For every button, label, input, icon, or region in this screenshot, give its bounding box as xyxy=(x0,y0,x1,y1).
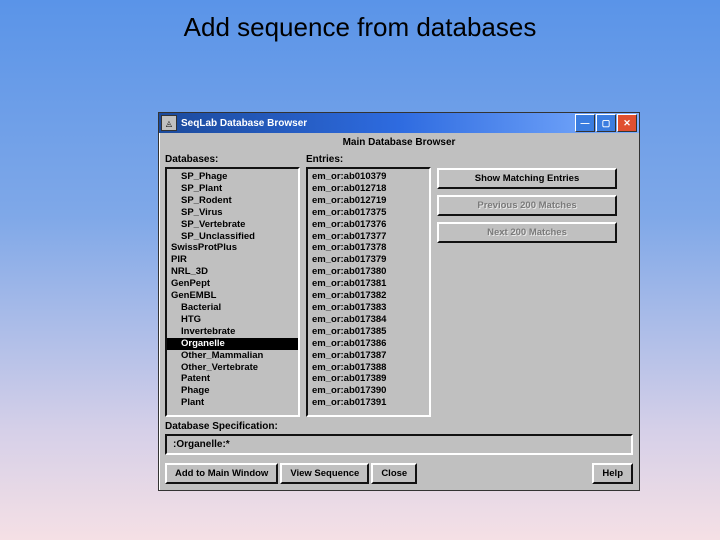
entry-item[interactable]: em_or:ab017381 xyxy=(308,278,429,290)
entry-item[interactable]: em_or:ab017382 xyxy=(308,290,429,302)
window-subtitle: Main Database Browser xyxy=(159,133,639,154)
database-item[interactable]: Other_Vertebrate xyxy=(167,362,298,374)
entry-item[interactable]: em_or:ab017384 xyxy=(308,314,429,326)
database-item[interactable]: GenEMBL xyxy=(167,290,298,302)
entry-item[interactable]: em_or:ab017375 xyxy=(308,207,429,219)
spec-input[interactable]: :Organelle:* xyxy=(165,434,633,455)
database-item[interactable]: SP_Rodent xyxy=(167,195,298,207)
titlebar[interactable]: ◬ SeqLab Database Browser — ▢ ✕ xyxy=(159,113,639,133)
close-button[interactable]: ✕ xyxy=(617,114,637,132)
maximize-button[interactable]: ▢ xyxy=(596,114,616,132)
slide-title: Add sequence from databases xyxy=(0,0,720,43)
database-item[interactable]: SP_Vertebrate xyxy=(167,219,298,231)
database-item[interactable]: Organelle xyxy=(167,338,298,350)
entry-item[interactable]: em_or:ab017385 xyxy=(308,326,429,338)
show-matching-button[interactable]: Show Matching Entries xyxy=(437,168,617,189)
previous-200-button[interactable]: Previous 200 Matches xyxy=(437,195,617,216)
database-item[interactable]: Plant xyxy=(167,397,298,409)
db-browser-window: ◬ SeqLab Database Browser — ▢ ✕ Main Dat… xyxy=(158,112,640,491)
entry-item[interactable]: em_or:ab017378 xyxy=(308,242,429,254)
help-button[interactable]: Help xyxy=(592,463,633,484)
add-to-main-button[interactable]: Add to Main Window xyxy=(165,463,278,484)
database-item[interactable]: Invertebrate xyxy=(167,326,298,338)
entry-item[interactable]: em_or:ab017376 xyxy=(308,219,429,231)
databases-label: Databases: xyxy=(165,154,300,165)
database-item[interactable]: PIR xyxy=(167,254,298,266)
entry-item[interactable]: em_or:ab017377 xyxy=(308,231,429,243)
entry-item[interactable]: em_or:ab017390 xyxy=(308,385,429,397)
database-item[interactable]: SP_Plant xyxy=(167,183,298,195)
entry-item[interactable]: em_or:ab017391 xyxy=(308,397,429,409)
database-item[interactable]: Other_Mammalian xyxy=(167,350,298,362)
entries-label: Entries: xyxy=(306,154,431,165)
entry-item[interactable]: em_or:ab017389 xyxy=(308,373,429,385)
spec-label: Database Specification: xyxy=(165,421,633,432)
database-item[interactable]: HTG xyxy=(167,314,298,326)
entry-item[interactable]: em_or:ab012718 xyxy=(308,183,429,195)
entries-list[interactable]: em_or:ab010379em_or:ab012718em_or:ab0127… xyxy=(306,167,431,417)
close-button-bottom[interactable]: Close xyxy=(371,463,417,484)
entry-item[interactable]: em_or:ab017386 xyxy=(308,338,429,350)
database-item[interactable]: SP_Unclassified xyxy=(167,231,298,243)
database-item[interactable]: SwissProtPlus xyxy=(167,242,298,254)
entry-item[interactable]: em_or:ab017383 xyxy=(308,302,429,314)
entry-item[interactable]: em_or:ab017388 xyxy=(308,362,429,374)
database-item[interactable]: NRL_3D xyxy=(167,266,298,278)
entry-item[interactable]: em_or:ab012719 xyxy=(308,195,429,207)
database-item[interactable]: Phage xyxy=(167,385,298,397)
entry-item[interactable]: em_or:ab017379 xyxy=(308,254,429,266)
database-item[interactable]: SP_Phage xyxy=(167,171,298,183)
database-item[interactable]: SP_Virus xyxy=(167,207,298,219)
entry-item[interactable]: em_or:ab010379 xyxy=(308,171,429,183)
database-item[interactable]: Patent xyxy=(167,373,298,385)
database-item[interactable]: Bacterial xyxy=(167,302,298,314)
window-title: SeqLab Database Browser xyxy=(181,118,575,129)
entry-item[interactable]: em_or:ab017387 xyxy=(308,350,429,362)
view-sequence-button[interactable]: View Sequence xyxy=(280,463,369,484)
next-200-button[interactable]: Next 200 Matches xyxy=(437,222,617,243)
database-item[interactable]: GenPept xyxy=(167,278,298,290)
minimize-button[interactable]: — xyxy=(575,114,595,132)
app-icon: ◬ xyxy=(161,115,177,131)
entry-item[interactable]: em_or:ab017380 xyxy=(308,266,429,278)
databases-list[interactable]: SP_PhageSP_PlantSP_RodentSP_VirusSP_Vert… xyxy=(165,167,300,417)
